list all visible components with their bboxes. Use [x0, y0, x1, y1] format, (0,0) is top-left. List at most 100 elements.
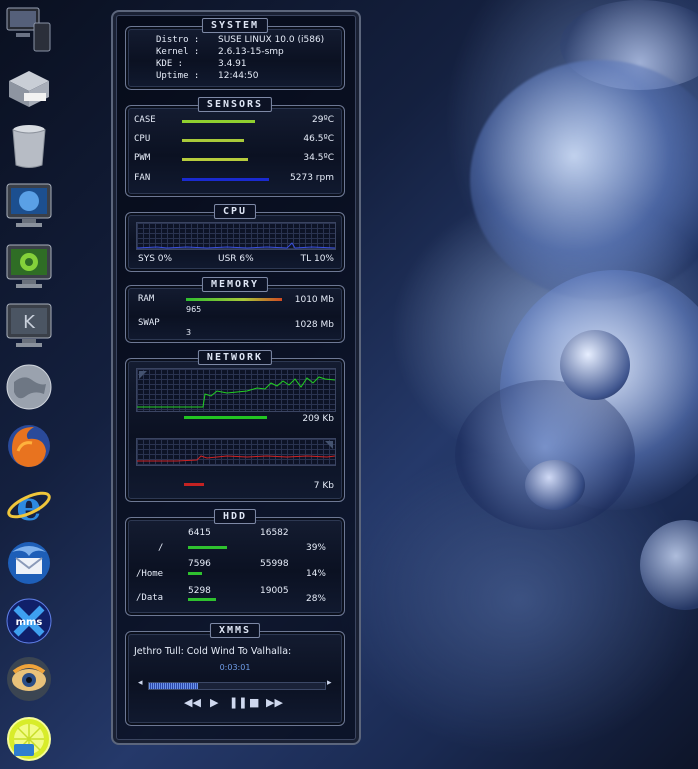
seek-back-arrow-icon[interactable]: ◂ [138, 678, 143, 688]
pause-icon[interactable]: ❚❚ [229, 696, 247, 709]
wallpaper-shape [455, 380, 635, 530]
play-icon[interactable]: ▶ [210, 696, 218, 709]
track-time: 0:03:01 [219, 663, 251, 672]
cpu-temp-value: 46.5ºC [303, 134, 334, 144]
trash-icon[interactable] [4, 121, 54, 171]
uptime-value: 12:44:50 [218, 71, 259, 81]
home-used-value: 7596 [188, 559, 211, 569]
upload-rate-value: 7 Kb [313, 481, 334, 491]
msn-icon[interactable]: mms [4, 596, 54, 646]
ram-usage-bar [186, 298, 282, 301]
seek-bar[interactable] [148, 682, 326, 690]
home-usage-bar [188, 572, 202, 575]
upload-level-bar [184, 483, 204, 486]
data-usage-bar [188, 598, 216, 601]
kde-label: KDE : [156, 59, 184, 69]
lime-icon[interactable] [4, 714, 54, 764]
internet-explorer-icon[interactable]: e [4, 480, 54, 530]
cpu-temp-bar [182, 139, 244, 142]
printer-icon[interactable] [4, 61, 54, 111]
case-temp-value: 29ºC [312, 115, 334, 125]
cpu-sys-value: SYS 0% [138, 254, 173, 264]
kernel-label: Kernel : [156, 47, 200, 57]
download-traffic-line [137, 371, 335, 408]
root-usage-bar [188, 546, 227, 549]
wallpaper-shape [640, 520, 698, 610]
system-monitor-panel: SYSTEM Distro : SUSE LINUX 10.0 (i586) K… [111, 10, 361, 745]
swap-total-value: 1028 Mb [294, 320, 334, 330]
fan-label: FAN [134, 173, 151, 183]
ram-total-value: 1010 Mb [294, 295, 334, 305]
memory-section: MEMORY RAM 965 1010 Mb SWAP 3 1028 Mb [125, 277, 345, 343]
firefox-icon[interactable] [4, 421, 54, 471]
cpu-usage-line [137, 242, 335, 249]
home-mount-label: /Home [136, 569, 164, 579]
wallpaper-shape [560, 0, 698, 90]
fan-speed-bar [182, 178, 269, 181]
swap-used-value: 3 [186, 328, 192, 337]
cpu-section: CPU SYS 0% USR 6% TL 10% [125, 204, 345, 272]
pwm-temp-bar [182, 158, 248, 161]
ram-used-value: 965 [186, 305, 202, 314]
suse-monitor-icon[interactable] [4, 242, 54, 292]
ram-label: RAM [138, 294, 155, 304]
seek-bar-fill [149, 683, 199, 689]
pwm-temp-value: 34.5ºC [303, 153, 334, 163]
cpu-usage-graph [136, 222, 336, 250]
section-title: SYSTEM [201, 18, 269, 33]
case-temp-bar [182, 120, 255, 123]
cpu-total-value: TL 10% [300, 254, 334, 264]
home-total-value: 55998 [260, 559, 289, 569]
svg-text:K: K [23, 312, 36, 333]
fan-speed-value: 5273 rpm [290, 173, 334, 183]
section-title: CPU [213, 204, 257, 219]
kernel-value: 2.6.13-15-smp [218, 47, 284, 57]
xmms-section: XMMS Jethro Tull: Cold Wind To Valhalla:… [125, 623, 345, 726]
distro-label: Distro : [156, 35, 200, 45]
root-used-value: 6415 [188, 528, 211, 538]
download-rate-value: 209 Kb [302, 414, 334, 424]
section-title: NETWORK [197, 350, 273, 365]
wallpaper-shape [500, 270, 698, 510]
network-section: NETWORK 209 Kb 7 Kb [125, 350, 345, 502]
data-used-value: 5298 [188, 586, 211, 596]
section-title: HDD [213, 509, 257, 524]
network-download-graph [136, 368, 336, 412]
stop-icon[interactable]: ■ [249, 696, 259, 709]
cpu-usr-value: USR 6% [218, 254, 254, 264]
root-percent-value: 39% [305, 543, 326, 553]
seek-forward-arrow-icon[interactable]: ▸ [327, 678, 332, 688]
icon-dock: K e mms [0, 0, 58, 769]
next-track-icon[interactable]: ▶▶ [266, 696, 283, 709]
svg-text:mms: mms [16, 617, 43, 628]
data-percent-value: 28% [305, 594, 326, 604]
data-mount-label: /Data [136, 593, 164, 603]
computer-icon[interactable] [4, 3, 54, 53]
previous-track-icon[interactable]: ◀◀ [184, 696, 201, 709]
system-section: SYSTEM Distro : SUSE LINUX 10.0 (i586) K… [125, 18, 345, 90]
distro-value: SUSE LINUX 10.0 (i586) [218, 35, 325, 45]
eye-app-icon[interactable] [4, 654, 54, 704]
data-total-value: 19005 [260, 586, 289, 596]
pwm-label: PWM [134, 153, 151, 163]
section-title: XMMS [209, 623, 261, 638]
case-label: CASE [134, 115, 156, 125]
home-percent-value: 14% [305, 569, 326, 579]
wallpaper-shape [470, 60, 698, 300]
thunderbird-icon[interactable] [4, 538, 54, 588]
kde-monitor-icon[interactable]: K [4, 301, 54, 351]
swap-label: SWAP [138, 318, 160, 328]
root-mount-label: / [158, 543, 164, 553]
upload-traffic-line [137, 441, 335, 462]
wallpaper-shape [525, 460, 585, 510]
network-monitor-icon[interactable] [4, 181, 54, 231]
globe-icon[interactable] [4, 362, 54, 412]
hdd-section: HDD 6415 16582 / 39% 7596 55998 /Home 14… [125, 509, 345, 616]
uptime-label: Uptime : [156, 71, 200, 81]
download-level-bar [184, 416, 267, 419]
svg-text:e: e [16, 483, 41, 530]
section-title: SENSORS [197, 97, 273, 112]
network-upload-graph [136, 438, 336, 466]
kde-value: 3.4.91 [218, 59, 247, 69]
section-title: MEMORY [201, 277, 269, 292]
